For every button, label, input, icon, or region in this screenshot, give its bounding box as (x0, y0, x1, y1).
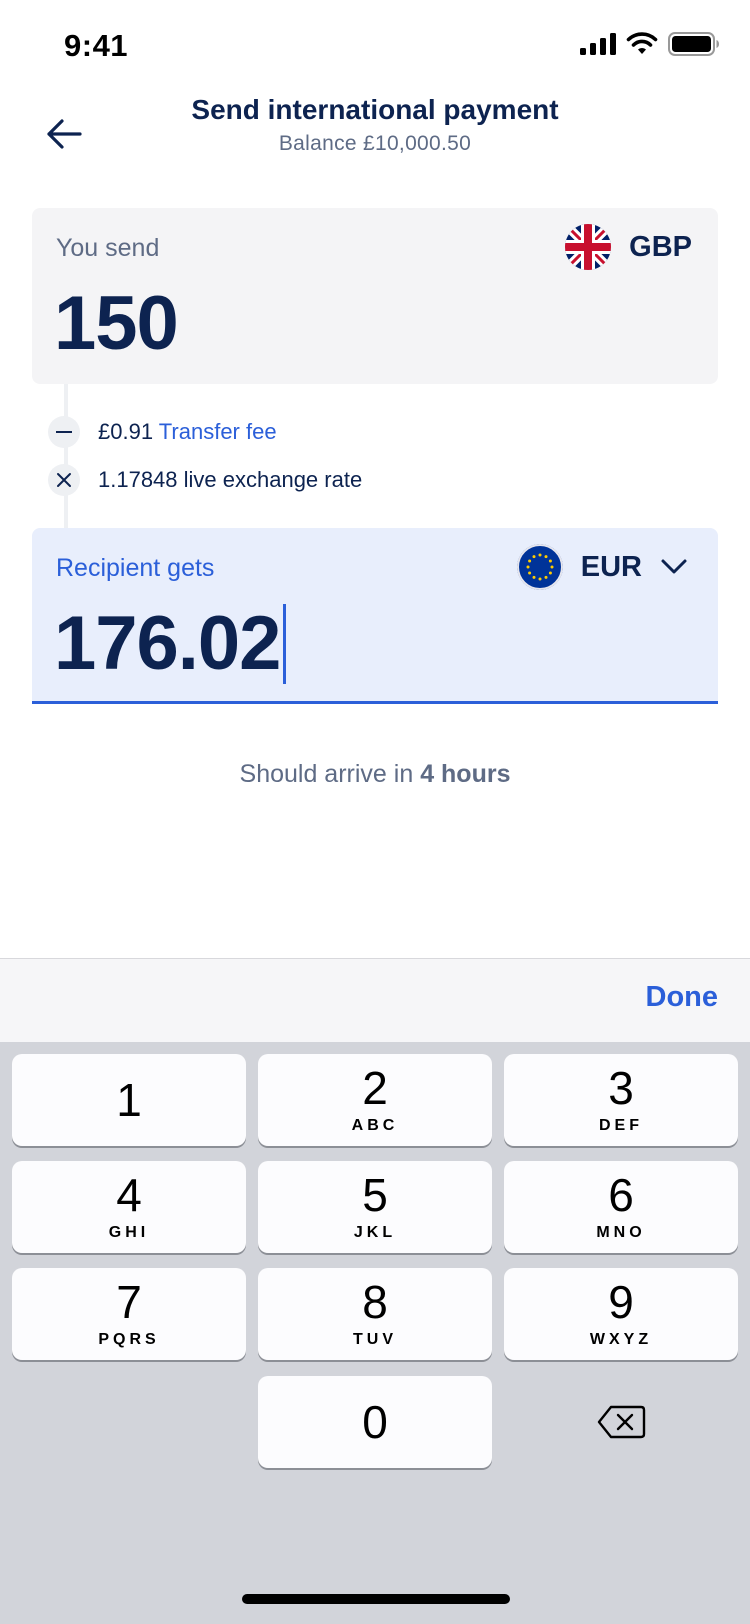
send-amount-input[interactable]: 150 (54, 280, 179, 367)
wifi-icon (626, 32, 658, 54)
multiply-icon (48, 464, 80, 496)
recipient-label: Recipient gets (56, 554, 215, 582)
recipient-currency-code: EUR (580, 550, 642, 583)
text-caret (283, 603, 287, 684)
connector-line (64, 384, 68, 528)
recipient-currency-selector[interactable]: EUR (516, 544, 688, 590)
key-5[interactable]: 5 JKL (258, 1161, 492, 1253)
key-1[interactable]: 1 (12, 1054, 246, 1146)
done-button[interactable]: Done (646, 981, 719, 1014)
home-indicator (242, 1594, 510, 1604)
key-9[interactable]: 9 WXYZ (504, 1268, 738, 1360)
header: Send international payment Balance £10,0… (0, 92, 750, 202)
backspace-icon (597, 1405, 646, 1439)
recipient-amount-value: 176.02 (54, 601, 281, 686)
exchange-rate-text: 1.17848 live exchange rate (98, 467, 363, 492)
arrival-prefix: Should arrive in (239, 760, 414, 788)
recipient-amount-input[interactable]: 176.02 (54, 600, 287, 687)
delete-key[interactable] (505, 1376, 739, 1468)
status-time: 9:41 (64, 28, 129, 63)
send-label: You send (56, 234, 160, 262)
arrival-time: 4 hours (420, 760, 511, 788)
status-bar: 9:41 (0, 0, 750, 92)
signal-icon (580, 33, 616, 55)
keyboard-accessory-bar: Done (0, 958, 750, 1042)
key-4[interactable]: 4 GHI (12, 1161, 246, 1253)
send-amount-card[interactable]: You send 150 GBP (32, 208, 718, 384)
balance-subtitle: Balance £10,000.50 (278, 132, 472, 155)
transfer-fee-row: £0.91 Transfer fee (48, 416, 277, 448)
send-currency-code: GBP (629, 230, 692, 263)
status-icons (580, 32, 720, 56)
uk-flag-icon (565, 224, 612, 270)
key-7[interactable]: 7 PQRS (12, 1268, 246, 1360)
minus-icon (48, 416, 80, 448)
page-title: Send international payment (191, 94, 559, 125)
battery-icon (668, 32, 719, 56)
key-3[interactable]: 3 DEF (504, 1054, 738, 1146)
eu-flag-icon (516, 544, 563, 590)
recipient-amount-card[interactable]: Recipient gets 176.02 EUR (32, 528, 718, 704)
fee-amount: £0.91 (98, 419, 154, 444)
key-8[interactable]: 8 TUV (258, 1268, 492, 1360)
numeric-keypad: 1 2 ABC 3 DEF 4 GHI 5 JKL 6 MNO 7 PQRS 8… (0, 1042, 750, 1624)
send-currency-selector[interactable]: GBP (565, 224, 692, 270)
key-2[interactable]: 2 ABC (258, 1054, 492, 1146)
key-6[interactable]: 6 MNO (504, 1161, 738, 1253)
chevron-down-icon (661, 559, 687, 574)
transfer-fee-link[interactable]: Transfer fee (159, 419, 277, 444)
exchange-rate-row: 1.17848 live exchange rate (48, 464, 362, 496)
arrival-estimate: Should arrive in 4 hours (0, 760, 750, 789)
key-0[interactable]: 0 (258, 1376, 492, 1468)
